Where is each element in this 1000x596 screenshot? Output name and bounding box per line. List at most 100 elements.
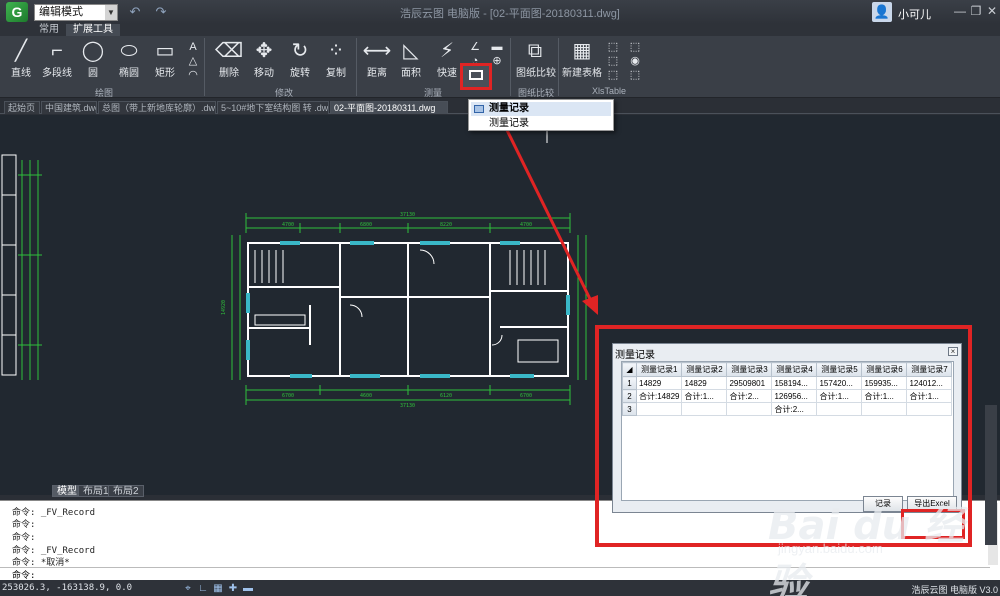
menu-item-measure-record[interactable]: 测量记录 <box>471 102 611 116</box>
compare-icon: ⧉ <box>527 40 543 62</box>
osnap-icon[interactable]: ▬ <box>242 583 254 595</box>
text-icon[interactable]: A <box>186 40 200 54</box>
ellipse-button[interactable]: ⬭ 椭圆 <box>112 38 146 79</box>
delete-button[interactable]: ⌫ 删除 <box>212 38 246 79</box>
arc-icon[interactable]: ◠ <box>186 68 200 82</box>
quick-measure-icon: ⚡ <box>439 40 455 62</box>
rectangle-button[interactable]: ▭ 矩形 <box>148 38 182 79</box>
group-divider <box>558 38 559 96</box>
angle-icon[interactable]: ∠ <box>468 40 482 54</box>
table-tool-icon[interactable]: ⬚ <box>628 40 642 54</box>
close-icon[interactable]: ✕ <box>984 3 1000 19</box>
new-table-button[interactable]: ▦ 新建表格 <box>562 38 602 79</box>
svg-text:6120: 6120 <box>440 393 452 399</box>
table-tool-icon[interactable]: ⬚ <box>606 68 620 82</box>
window-title: 浩辰云图 电脑版 - [02-平面图-20180311.dwg] <box>400 8 620 20</box>
doc-tab-start[interactable]: 起始页 <box>4 101 40 114</box>
svg-text:8220: 8220 <box>440 222 452 228</box>
table-tool-icon[interactable]: ◉ <box>628 54 642 68</box>
doc-tab-floor-plan[interactable]: 02-平面图-20180311.dwg <box>330 101 448 114</box>
svg-text:14920: 14920 <box>221 300 227 315</box>
user-name[interactable]: 小可儿 <box>898 6 931 22</box>
eraser-icon: ⌫ <box>214 40 244 62</box>
group-label-draw: 绘图 <box>95 88 114 98</box>
cursor-coordinates: 253026.3, -163138.9, 0.0 <box>2 583 133 593</box>
group-label-modify: 修改 <box>275 88 294 98</box>
group-label-xls: XlsTable <box>592 86 627 96</box>
svg-text:6800: 6800 <box>360 222 372 228</box>
svg-text:4600: 4600 <box>360 393 372 399</box>
app-version: 浩辰云图 电脑版 V3.0 <box>911 585 998 595</box>
menu-item-tooltip: 测量记录 <box>489 118 529 129</box>
group-label-compare: 图纸比较 <box>518 88 555 98</box>
ortho-icon[interactable]: ∟ <box>197 583 209 595</box>
record-icon <box>469 70 483 80</box>
ellipse-icon: ⬭ <box>120 40 138 62</box>
app-logo[interactable]: G <box>6 2 28 22</box>
doc-tab-basement[interactable]: 5~10#地下室结构图 转 .dwg <box>217 101 329 114</box>
export-highlight-frame <box>901 509 965 539</box>
ribbon-tabs: 常用 扩展工具 <box>0 24 1000 36</box>
area-icon: ◺ <box>403 40 419 62</box>
line-icon: ╱ <box>14 40 28 62</box>
table-tool-icon[interactable]: ⬚ <box>606 40 620 54</box>
copy-button[interactable]: ⁘ 复制 <box>319 38 353 79</box>
move-icon: ✥ <box>255 40 273 62</box>
command-input[interactable] <box>0 567 990 580</box>
tab-common[interactable]: 常用 <box>34 24 64 36</box>
svg-text:4700: 4700 <box>520 222 532 228</box>
rotate-button[interactable]: ↻ 旋转 <box>283 38 317 79</box>
move-button[interactable]: ✥ 移动 <box>247 38 281 79</box>
polyline-icon: ⌐ <box>51 40 63 62</box>
copy-icon: ⁘ <box>327 40 345 62</box>
polygon-icon[interactable]: △ <box>186 54 200 68</box>
ribbon: ╱ 直线 ⌐ 多段线 ◯ 圆 ⬭ 椭圆 ▭ 矩形 A △ ◠ 绘图 ⌫ 删除 ✥ 移动 ↻ 旋转… <box>0 36 1000 98</box>
table-tool-icon[interactable]: ⬚ <box>628 68 642 82</box>
drawing-compare-button[interactable]: ⧉ 图纸比较 <box>516 38 556 79</box>
area-button[interactable]: ◺ 面积 <box>394 38 428 79</box>
group-divider <box>356 38 357 96</box>
app-window: G 编辑模式 ▼ ↶ ↷ 浩辰云图 电脑版 - [02-平面图-20180311… <box>0 0 1000 596</box>
doc-tab-china-building[interactable]: 中国建筑.dwg <box>41 101 97 114</box>
tab-extended-tools[interactable]: 扩展工具 <box>66 24 120 36</box>
ruler-icon: ⟷ <box>362 40 392 62</box>
title-bar: G 编辑模式 ▼ ↶ ↷ 浩辰云图 电脑版 - [02-平面图-20180311… <box>0 0 1000 24</box>
status-toggles: ⌖ ∟ ▦ ✚ ▬ <box>182 582 257 595</box>
coordinate-icon[interactable]: ⊕ <box>490 54 504 68</box>
undo-icon[interactable]: ↶ <box>126 4 144 20</box>
avatar[interactable]: 👤 <box>872 2 892 22</box>
quick-measure-button[interactable]: ⚡ 快速 <box>430 38 464 79</box>
doc-tab-site-plan[interactable]: 总图（带上新地库轮廓）.dwg <box>98 101 216 114</box>
side-scrollbar[interactable] <box>985 405 997 545</box>
svg-text:37130: 37130 <box>400 403 415 409</box>
table-tool-icon[interactable]: ⬚ <box>606 54 620 68</box>
mode-select[interactable]: 编辑模式 ▼ <box>34 3 118 21</box>
status-bar: 253026.3, -163138.9, 0.0 ⌖ ∟ ▦ ✚ ▬ 浩辰云图 电脑版 … <box>0 580 1000 596</box>
redo-icon[interactable]: ↷ <box>152 4 170 20</box>
polyline-button[interactable]: ⌐ 多段线 <box>40 38 74 79</box>
svg-text:4700: 4700 <box>282 222 294 228</box>
arc-length-icon[interactable]: ▬ <box>490 40 504 54</box>
chevron-down-icon: ▼ <box>105 4 117 20</box>
measure-record-dropdown: 测量记录 测量记录 <box>468 99 614 131</box>
polar-icon[interactable]: ✚ <box>227 583 239 595</box>
circle-button[interactable]: ◯ 圆 <box>76 38 110 79</box>
rectangle-icon: ▭ <box>155 40 175 62</box>
grid-icon[interactable]: ▦ <box>212 583 224 595</box>
minimize-icon[interactable]: — <box>952 3 968 19</box>
mode-select-value: 编辑模式 <box>39 5 83 18</box>
measure-record-button[interactable] <box>460 63 492 90</box>
group-label-measure: 测量 <box>424 88 443 98</box>
svg-text:37130: 37130 <box>400 212 415 218</box>
table-icon: ▦ <box>572 40 592 62</box>
distance-button[interactable]: ⟷ 距离 <box>360 38 394 79</box>
record-icon <box>474 105 484 113</box>
line-button[interactable]: ╱ 直线 <box>4 38 38 79</box>
tab-layout2[interactable]: 布局2 <box>108 485 144 497</box>
command-history-line: 命令: <box>12 533 36 543</box>
group-divider <box>510 38 511 96</box>
command-history-line: 命令: <box>12 520 36 530</box>
svg-text:6700: 6700 <box>282 393 294 399</box>
snap-icon[interactable]: ⌖ <box>182 583 194 595</box>
restore-icon[interactable]: ❐ <box>968 3 984 19</box>
